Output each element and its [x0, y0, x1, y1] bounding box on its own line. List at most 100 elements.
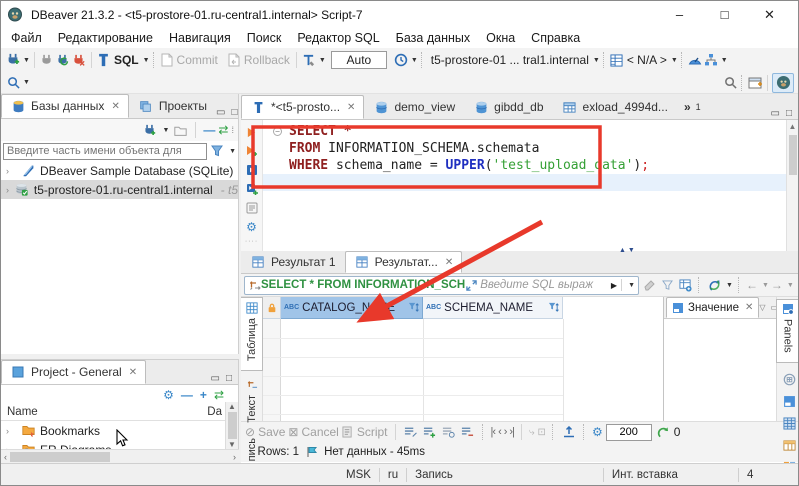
delete-row-icon[interactable]	[460, 424, 476, 440]
transaction-mode-dropdown[interactable]: ▼	[319, 57, 326, 64]
network-icon[interactable]	[703, 52, 719, 68]
minimize-view-icon[interactable]: ▭	[211, 373, 220, 384]
apply-filter-icon[interactable]: ▶	[611, 281, 617, 290]
result-settings-gear-icon[interactable]: ⚙	[592, 425, 603, 439]
refresh-green-icon[interactable]	[655, 424, 671, 440]
reconnect-icon[interactable]	[55, 52, 71, 68]
connect-icon[interactable]	[39, 52, 55, 68]
edit-row-icon[interactable]	[403, 424, 419, 440]
fold-marker-icon[interactable]: −	[273, 127, 282, 136]
menu-file[interactable]: Файл	[3, 28, 50, 48]
menu-window[interactable]: Окна	[478, 28, 523, 48]
close-tab-icon[interactable]: ✕	[445, 257, 453, 268]
new-connection-small-icon[interactable]	[141, 122, 157, 138]
dbeaver-perspective-icon[interactable]	[772, 72, 794, 93]
minimize-button[interactable]: –	[657, 1, 702, 28]
column-filter-sort-icon[interactable]	[548, 302, 559, 313]
close-tab-icon[interactable]: ✕	[111, 101, 119, 112]
expand-chevron-icon[interactable]: ›	[6, 185, 10, 195]
execute-script-new-tab-icon[interactable]	[244, 181, 260, 197]
tab-text-presentation[interactable]: Текст	[241, 375, 263, 431]
column-filter-sort-icon[interactable]	[408, 302, 419, 313]
filter-expression-box[interactable]: SELECT * FROM INFORMATION_SCH Введите SQ…	[244, 275, 639, 295]
open-perspective-icon[interactable]	[747, 75, 763, 91]
schema-dropdown[interactable]: ▼	[671, 57, 678, 64]
maximize-button[interactable]: □	[702, 1, 747, 28]
expand-chevron-icon[interactable]: ›	[6, 426, 16, 436]
minimize-view-icon[interactable]: ▭	[771, 108, 780, 119]
editor-scrollbar[interactable]: ▲	[786, 120, 798, 251]
expand-all-icon[interactable]: +	[200, 388, 207, 402]
metadata-panel-icon[interactable]	[781, 415, 797, 431]
settings-gear-icon[interactable]: ⚙	[163, 388, 174, 402]
active-connection-selector[interactable]: t5-prostore-01 ... tral1.internal	[431, 53, 589, 67]
tab-exload[interactable]: exload_4994d...	[553, 95, 677, 119]
tab-value[interactable]: Значение ✕	[666, 297, 760, 318]
editor-settings-gear-icon[interactable]: ⚙	[244, 219, 260, 235]
first-row-icon[interactable]: |‹	[491, 426, 496, 438]
refresh-results-icon[interactable]	[706, 277, 722, 293]
tab-overflow-chevron[interactable]: » 1	[677, 95, 708, 119]
connection-dropdown[interactable]: ▼	[593, 57, 600, 64]
save-filter-icon[interactable]	[677, 277, 693, 293]
tree-item-sample-database[interactable]: › DBeaver Sample Database (SQLite)	[1, 161, 238, 180]
minimize-view-icon[interactable]: ▭	[216, 107, 225, 118]
commit-mode-box[interactable]: Auto	[330, 51, 387, 69]
new-connection-icon[interactable]	[5, 52, 21, 68]
refresh-dropdown[interactable]: ▼	[726, 282, 733, 289]
last-row-icon[interactable]: ›|	[509, 426, 514, 438]
menu-edit[interactable]: Редактирование	[50, 28, 161, 48]
filters-menu-icon[interactable]	[659, 277, 675, 293]
new-folder-icon[interactable]	[172, 122, 188, 138]
close-tab-icon[interactable]: ✕	[129, 367, 137, 378]
sql-editor-label[interactable]: SQL	[114, 53, 139, 67]
project-vertical-scrollbar[interactable]: ▲ ▼	[225, 402, 238, 449]
value-viewer-icon[interactable]	[781, 393, 797, 409]
search-icon[interactable]	[722, 75, 738, 91]
collapse-all-icon[interactable]: —	[181, 388, 193, 402]
data-grid[interactable]: ABC CATALOG_NAME ABC SCHEMA_NAME	[263, 297, 663, 421]
transaction-log-icon[interactable]	[393, 52, 409, 68]
tree-item-t5-prostore[interactable]: › t5-prostore-01.ru-central1.internal - …	[1, 180, 238, 199]
link-editor-icon[interactable]: ⇄	[218, 123, 228, 137]
quick-search-dropdown[interactable]: ▼	[23, 79, 30, 86]
disconnect-icon[interactable]	[71, 52, 87, 68]
maximize-view-icon[interactable]: □	[226, 373, 232, 384]
tab-result-1[interactable]: Результат 1	[241, 251, 345, 273]
execute-new-tab-icon[interactable]	[244, 143, 260, 159]
explain-plan-icon[interactable]	[244, 200, 260, 216]
tab-demo-view[interactable]: demo_view	[364, 95, 464, 119]
menu-sql-editor[interactable]: Редактор SQL	[289, 28, 387, 48]
menu-navigation[interactable]: Навигация	[161, 28, 239, 48]
active-schema-selector[interactable]: < N/A >	[627, 53, 667, 67]
grouping-panel-icon[interactable]	[781, 371, 797, 387]
scrollbar-thumb[interactable]	[10, 451, 110, 462]
new-connection-dropdown[interactable]: ▼	[23, 57, 30, 64]
menu-search[interactable]: Поиск	[239, 28, 290, 48]
view-menu-icon[interactable]: ⁞	[231, 125, 234, 135]
close-tab-icon[interactable]: ✕	[745, 302, 753, 313]
tab-script[interactable]: *<t5-prosto... ✕	[241, 95, 365, 119]
filter-icon[interactable]	[209, 143, 225, 159]
new-connection-small-dropdown[interactable]: ▼	[162, 127, 169, 134]
expand-filter-icon[interactable]	[465, 277, 478, 293]
expand-chevron-icon[interactable]: ›	[6, 166, 16, 176]
code-area[interactable]: − SELECT * FROM INFORMATION_SCHEMA.schem…	[263, 120, 786, 251]
menu-database[interactable]: База данных	[388, 28, 478, 48]
filter-dropdown[interactable]: ▼	[229, 148, 236, 155]
tab-projects[interactable]: Проекты	[129, 94, 216, 118]
link-editor-icon[interactable]: ⇄	[214, 388, 224, 402]
sql-editor-icon[interactable]	[96, 52, 112, 68]
grid-corner-cell[interactable]	[263, 297, 281, 319]
tab-panels[interactable]: Panels	[776, 299, 798, 363]
references-panel-icon[interactable]	[781, 437, 797, 453]
object-filter-input[interactable]	[3, 142, 208, 160]
execute-statement-icon[interactable]	[244, 124, 260, 140]
network-dropdown[interactable]: ▼	[721, 57, 728, 64]
duplicate-row-icon[interactable]	[441, 424, 457, 440]
column-name[interactable]: Name	[1, 406, 207, 418]
tab-grid-presentation[interactable]: Таблица	[241, 297, 263, 371]
sash-collapse-icons[interactable]: ▲ ▼	[619, 247, 635, 254]
fetch-size-input[interactable]	[605, 423, 652, 441]
filter-history-dropdown[interactable]: ▼	[628, 282, 635, 289]
